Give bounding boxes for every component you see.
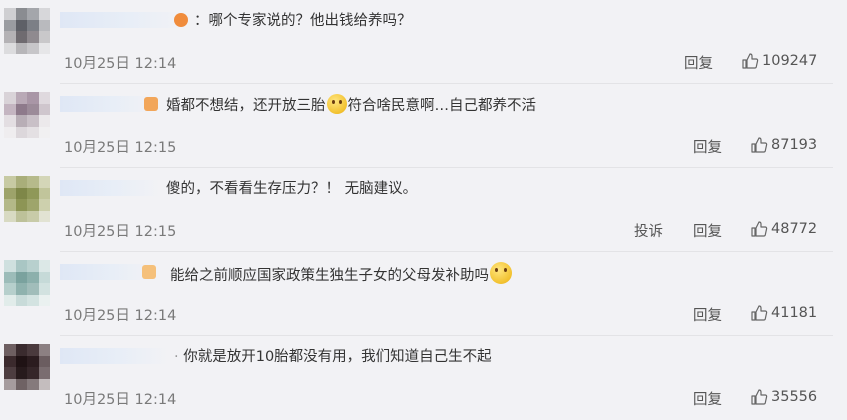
reply-button[interactable]: 回复 (684, 52, 713, 73)
like-button[interactable]: 35556 (750, 386, 817, 408)
avatar[interactable] (4, 260, 50, 306)
like-button[interactable]: 48772 (750, 218, 817, 240)
user-badge-icon (174, 13, 188, 27)
smile-emoji-icon (490, 262, 512, 284)
username-blurred[interactable] (60, 96, 158, 112)
comment-item: 傻的，不看看生存压力？！ 无脑建议。 10月25日 12:15 投诉 回复 48… (0, 168, 847, 252)
user-badge-icon (144, 97, 158, 111)
comment-text: 能给之前顺应国家政策生独生子女的父母发补助吗 (170, 262, 513, 287)
thumbs-up-icon (751, 389, 768, 405)
comment-text-part: 你就是放开10胎都没有用，我们知道自己生不起 (183, 349, 492, 365)
comment-time: 10月25日 12:14 (64, 56, 177, 72)
username-blurred[interactable] (60, 12, 188, 28)
comment-text-part: 婚都不想结，还开放三胎 (166, 98, 326, 114)
comment-text: 傻的，不看看生存压力？！ 无脑建议。 (166, 181, 418, 197)
comment-text-part: 符合啥民意啊…自己都养不活 (347, 98, 537, 114)
thumbs-up-icon (751, 137, 768, 153)
comment-text: · 你就是放开10胎都没有用，我们知道自己生不起 (174, 346, 492, 368)
comment-text: ：哪个专家说的？他出钱给养吗？ (194, 13, 412, 29)
like-count: 48772 (771, 221, 818, 237)
separator-dot: · (174, 349, 179, 365)
comment-item: ：哪个专家说的？他出钱给养吗？ 10月25日 12:14 回复 109247 (0, 0, 847, 84)
comment-time: 10月25日 12:14 (64, 392, 177, 408)
avatar[interactable] (4, 8, 50, 54)
thumbs-up-icon (751, 305, 768, 321)
user-badge-icon (142, 265, 156, 279)
like-count: 35556 (771, 389, 818, 405)
comment-time: 10月25日 12:15 (64, 224, 177, 240)
comment-time: 10月25日 12:15 (64, 140, 177, 156)
avatar[interactable] (4, 92, 50, 138)
reply-button[interactable]: 回复 (693, 304, 722, 325)
username-blurred[interactable] (60, 180, 160, 196)
comment-item: · 你就是放开10胎都没有用，我们知道自己生不起 10月25日 12:14 回复… (0, 336, 847, 420)
reply-button[interactable]: 回复 (693, 388, 722, 409)
laugh-cry-emoji-icon (326, 94, 347, 114)
username-blurred[interactable] (60, 264, 156, 280)
comment-time: 10月25日 12:14 (64, 308, 177, 324)
reply-button[interactable]: 回复 (693, 220, 722, 241)
like-count: 109247 (762, 53, 818, 69)
thumbs-up-icon (751, 221, 768, 237)
username-blurred[interactable] (60, 348, 168, 364)
comment-text-part: 能给之前顺应国家政策生独生子女的父母发补助吗 (170, 268, 489, 284)
avatar[interactable] (4, 176, 50, 222)
comment-item: 能给之前顺应国家政策生独生子女的父母发补助吗 10月25日 12:14 回复 4… (0, 252, 847, 336)
like-count: 87193 (771, 137, 818, 153)
thumbs-up-icon (742, 53, 759, 69)
report-button[interactable]: 投诉 (634, 220, 663, 241)
like-button[interactable]: 41181 (750, 302, 817, 324)
avatar[interactable] (4, 344, 50, 390)
comment-item: 婚都不想结，还开放三胎 符合啥民意啊…自己都养不活 10月25日 12:15 回复… (0, 84, 847, 168)
reply-button[interactable]: 回复 (693, 136, 722, 157)
comment-text: 婚都不想结，还开放三胎 符合啥民意啊…自己都养不活 (166, 94, 536, 117)
like-button[interactable]: 87193 (750, 134, 817, 156)
like-count: 41181 (771, 305, 818, 321)
like-button[interactable]: 109247 (741, 50, 817, 72)
